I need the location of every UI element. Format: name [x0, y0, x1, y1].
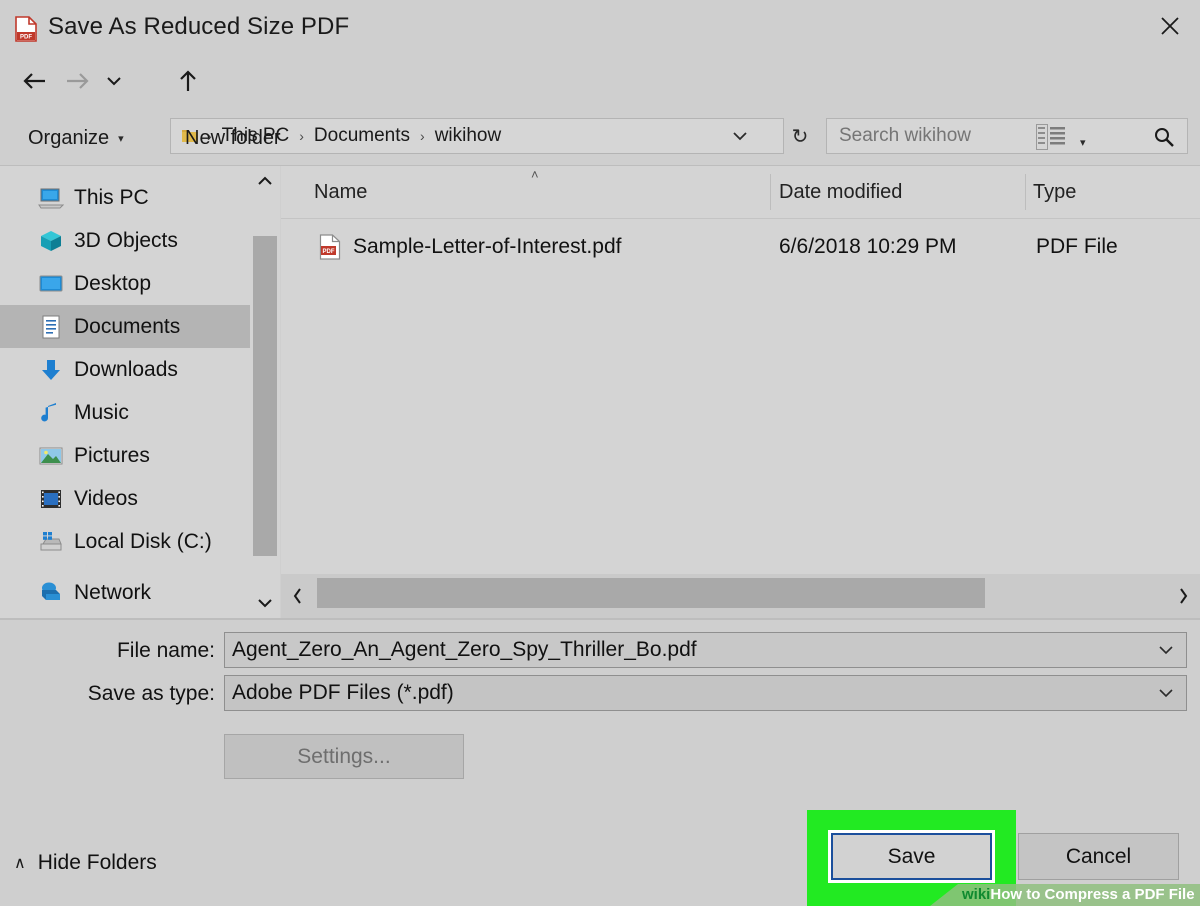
svg-text:PDF: PDF [323, 249, 335, 255]
chevron-down-icon[interactable] [250, 588, 280, 618]
file-name-value: Agent_Zero_An_Agent_Zero_Spy_Thriller_Bo… [232, 638, 697, 661]
desktop-icon [38, 272, 64, 296]
watermark-how: How [990, 886, 1023, 903]
settings-button[interactable]: Settings... [224, 734, 464, 779]
new-folder-label: New folder [185, 126, 281, 149]
sidebar-label: Network [74, 580, 152, 604]
cancel-button[interactable]: Cancel [1018, 833, 1179, 880]
music-note-icon [38, 401, 64, 425]
save-as-type-select[interactable]: Adobe PDF Files (*.pdf) [224, 675, 1187, 711]
watermark-rest: to Compress a PDF File [1022, 886, 1195, 903]
file-name-label: File name: [116, 639, 215, 662]
arrow-up-icon[interactable] [172, 56, 204, 106]
file-list-scrollbar[interactable] [281, 574, 1200, 618]
file-type-cell: PDF File [1036, 235, 1118, 258]
sidebar-item-documents[interactable]: Documents [0, 305, 250, 348]
file-list: ˄ Name Date modified Type PDF Sample-Let… [281, 166, 1200, 574]
column-header-type[interactable]: Type [1033, 166, 1076, 218]
chevron-down-icon: ▾ [118, 132, 124, 145]
save-as-dialog: PDF Save As Reduced Size PDF › This PC ›… [0, 0, 1200, 906]
sidebar-label: Downloads [74, 357, 178, 381]
sidebar-item-music[interactable]: Music [0, 391, 250, 434]
sidebar-item-network[interactable]: Network [0, 571, 250, 614]
sidebar-item-desktop[interactable]: Desktop [0, 262, 250, 305]
picture-icon [38, 444, 64, 468]
harddrive-icon [38, 530, 64, 554]
sidebar-label: 3D Objects [74, 228, 178, 252]
chevron-down-icon[interactable] [1156, 676, 1176, 710]
column-divider-2[interactable] [1025, 174, 1026, 210]
close-icon[interactable] [1140, 0, 1200, 52]
navigation-bar: › This PC › Documents › wikihow ↻ [0, 56, 1200, 154]
chevron-down-icon[interactable] [1156, 633, 1176, 667]
chevron-up-icon: ∧ [14, 855, 26, 872]
network-icon [38, 581, 64, 605]
file-name-input[interactable]: Agent_Zero_An_Agent_Zero_Spy_Thriller_Bo… [224, 632, 1187, 668]
documents-icon [38, 315, 64, 339]
sidebar-label: Pictures [74, 443, 150, 467]
sidebar-label: Music [74, 400, 129, 424]
save-as-type-value: Adobe PDF Files (*.pdf) [232, 681, 454, 704]
organize-label: Organize [28, 126, 110, 149]
navigation-pane: This PC 3D Objects Desktop Documents Dow… [0, 166, 250, 618]
save-button[interactable]: Save [828, 830, 995, 883]
sidebar-scrollbar[interactable] [250, 166, 280, 618]
toolbar: Organize ▾ New folder ▾ ? [0, 112, 1200, 267]
sidebar-label: Documents [74, 314, 181, 338]
header-divider [281, 218, 1200, 219]
sidebar-label: This PC [74, 185, 149, 209]
file-date-cell: 6/6/2018 10:29 PM [779, 235, 957, 258]
sidebar-item-downloads[interactable]: Downloads [0, 348, 250, 391]
scrollbar-thumb-vertical[interactable] [253, 236, 277, 556]
column-header-date-modified[interactable]: Date modified [779, 166, 902, 218]
chevron-up-icon[interactable] [250, 166, 280, 196]
file-name-cell: Sample-Letter-of-Interest.pdf [353, 235, 622, 258]
arrow-right-icon [58, 56, 98, 106]
chevron-left-icon[interactable] [281, 574, 315, 618]
table-row[interactable]: PDF Sample-Letter-of-Interest.pdf 6/6/20… [281, 228, 1200, 266]
film-icon [38, 487, 64, 511]
computer-icon [38, 186, 65, 210]
sidebar-item-this-pc[interactable]: This PC [0, 176, 250, 219]
chevron-down-icon[interactable] [98, 56, 130, 106]
wikihow-watermark: wikiHow to Compress a PDF File [930, 884, 1200, 906]
sidebar-item-local-disk[interactable]: Local Disk (C:) [0, 520, 250, 563]
sidebar-label: Videos [74, 486, 138, 510]
sidebar-item-pictures[interactable]: Pictures [0, 434, 250, 477]
sidebar-item-3d-objects[interactable]: 3D Objects [0, 219, 250, 262]
watermark-text: wikiHow to Compress a PDF File [962, 886, 1195, 903]
arrow-left-icon[interactable] [14, 56, 54, 106]
sort-indicator: ˄ [531, 167, 539, 182]
view-dropdown-icon[interactable]: ▾ [1080, 136, 1086, 149]
pdf-file-icon: PDF [319, 234, 341, 260]
hide-folders-button[interactable]: ∧ Hide Folders [14, 846, 157, 880]
sidebar-label: Local Disk (C:) [74, 529, 212, 553]
cube-icon [38, 229, 64, 253]
save-as-type-label: Save as type: [87, 682, 215, 705]
watermark-wiki: wiki [962, 886, 991, 903]
pdf-file-icon: PDF [14, 16, 38, 42]
column-divider-1[interactable] [770, 174, 771, 210]
scrollbar-thumb-horizontal[interactable] [317, 578, 985, 608]
download-icon [38, 358, 64, 382]
sidebar-label: Desktop [74, 271, 152, 295]
sidebar-item-videos[interactable]: Videos [0, 477, 250, 520]
organize-button[interactable]: Organize ▾ [28, 112, 124, 164]
svg-text:PDF: PDF [20, 35, 32, 41]
title-bar: PDF Save As Reduced Size PDF [0, 0, 1200, 56]
new-folder-button[interactable]: New folder [185, 112, 281, 164]
list-view-icon[interactable] [1036, 124, 1066, 150]
column-header-name[interactable]: Name [314, 166, 367, 218]
chevron-right-icon[interactable] [1166, 574, 1200, 618]
hide-folders-label: Hide Folders [37, 851, 157, 874]
window-title: Save As Reduced Size PDF [48, 13, 350, 40]
